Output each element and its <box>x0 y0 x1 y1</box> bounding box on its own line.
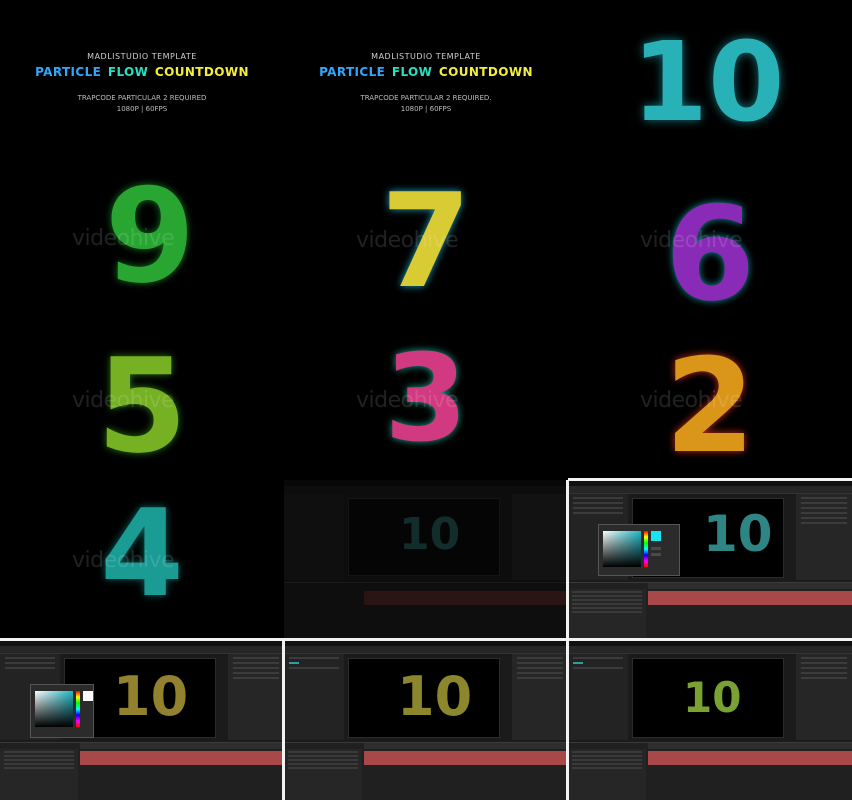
watermark: videohive <box>640 228 743 253</box>
collage: MADLISTUDIO TEMPLATE PARTICLE FLOW COUNT… <box>0 0 852 800</box>
watermark: videohive <box>356 388 459 413</box>
template-header: MADLISTUDIO TEMPLATE PARTICLE FLOW COUNT… <box>284 52 568 115</box>
layer-bars[interactable] <box>648 751 852 765</box>
timeline-panel <box>568 742 852 800</box>
ok-button[interactable] <box>651 547 661 550</box>
layer-list <box>568 589 646 640</box>
watermark: videohive <box>72 548 175 573</box>
cancel-button[interactable] <box>651 553 661 556</box>
time-ruler[interactable] <box>648 743 852 749</box>
plugin-requirement: TRAPCODE PARTICULAR 2 REQUIRED <box>77 94 207 102</box>
divider <box>568 478 852 481</box>
ae-screenshot-effects: 10 <box>284 640 568 800</box>
studio-label: MADLISTUDIO TEMPLATE <box>371 52 481 61</box>
saturation-field[interactable] <box>603 531 641 567</box>
tool-bar <box>568 486 852 494</box>
timeline-panel <box>568 582 852 640</box>
watermark: videohive <box>640 388 743 413</box>
watermark: videohive <box>72 388 175 413</box>
composition-viewer[interactable]: 10 <box>348 498 500 576</box>
title-word-countdown: COUNTDOWN <box>154 65 249 79</box>
viewer-digit-10: 10 <box>399 509 461 560</box>
tool-bar <box>568 646 852 654</box>
viewer-digit-10: 10 <box>113 665 189 728</box>
time-ruler[interactable] <box>648 583 852 589</box>
preview-panel-right: 10 6 videohive 2 videohive <box>568 0 852 480</box>
title-word-particle: PARTICLE <box>35 65 102 79</box>
hue-slider[interactable] <box>76 691 80 727</box>
requirements: TRAPCODE PARTICULAR 2 REQUIRED 1080P | 6… <box>0 93 284 115</box>
divider <box>0 638 852 641</box>
countdown-digit-10: 10 <box>631 18 785 146</box>
ae-screenshot-color-picker: 10 <box>568 480 852 640</box>
format-label: 1080P | 60FPS <box>116 105 168 113</box>
layer-bars[interactable] <box>80 751 284 765</box>
new-color-swatch <box>83 691 93 701</box>
timeline-panel <box>284 742 568 800</box>
layer-list <box>284 749 362 800</box>
title-word-countdown: COUNTDOWN <box>438 65 533 79</box>
timeline-panel <box>0 742 284 800</box>
title-word-particle: PARTICLE <box>319 65 386 79</box>
ae-screenshot-final: 10 <box>568 640 852 800</box>
viewer-digit-10: 10 <box>703 505 773 563</box>
color-picker-dialog[interactable] <box>598 524 680 576</box>
template-title: PARTICLE FLOW COUNTDOWN <box>284 65 568 79</box>
saturation-field[interactable] <box>35 691 73 727</box>
divider <box>566 480 569 800</box>
format-label: 1080P | 60FPS <box>400 105 452 113</box>
title-word-flow: FLOW <box>391 65 433 79</box>
requirements: TRAPCODE PARTICULAR 2 REQUIRED. 1080P | … <box>284 93 568 115</box>
project-panel <box>284 494 344 580</box>
project-panel <box>284 654 344 740</box>
title-word-flow: FLOW <box>107 65 149 79</box>
watermark: videohive <box>356 228 459 253</box>
timeline-panel <box>284 582 568 640</box>
effects-panel <box>796 654 852 740</box>
effects-panel <box>512 654 568 740</box>
project-panel <box>568 654 628 740</box>
viewer-digit-10: 10 <box>397 665 473 728</box>
composition-viewer[interactable]: 10 <box>632 658 784 738</box>
time-ruler[interactable] <box>364 743 568 749</box>
tool-bar <box>0 646 284 654</box>
viewer-digit-10: 10 <box>683 673 742 722</box>
effects-panel <box>796 494 852 580</box>
plugin-requirement: TRAPCODE PARTICULAR 2 REQUIRED. <box>360 94 492 102</box>
menu-bar <box>284 480 568 486</box>
layer-list <box>0 749 78 800</box>
layer-list <box>568 749 646 800</box>
template-title: PARTICLE FLOW COUNTDOWN <box>0 65 284 79</box>
effects-panel <box>512 494 568 580</box>
preview-panel-left: MADLISTUDIO TEMPLATE PARTICLE FLOW COUNT… <box>0 0 284 640</box>
watermark: videohive <box>72 226 175 251</box>
composition-viewer[interactable]: 10 <box>348 658 500 738</box>
effects-panel <box>228 654 284 740</box>
layer-bars[interactable] <box>364 751 568 765</box>
ae-screenshot-color-picker-2: 10 <box>0 640 284 800</box>
new-color-swatch <box>651 531 661 541</box>
ae-screenshot-faded: 10 <box>284 480 568 640</box>
countdown-digit-6: 6 <box>664 178 756 330</box>
preview-panel-middle: MADLISTUDIO TEMPLATE PARTICLE FLOW COUNT… <box>284 0 568 480</box>
color-picker-dialog[interactable] <box>30 684 94 738</box>
hue-slider[interactable] <box>644 531 648 567</box>
template-header: MADLISTUDIO TEMPLATE PARTICLE FLOW COUNT… <box>0 52 284 115</box>
studio-label: MADLISTUDIO TEMPLATE <box>87 52 197 61</box>
tool-bar <box>284 646 568 654</box>
divider <box>282 640 285 800</box>
time-ruler[interactable] <box>80 743 284 749</box>
layer-bars <box>364 591 568 605</box>
layer-bars[interactable] <box>648 591 852 605</box>
